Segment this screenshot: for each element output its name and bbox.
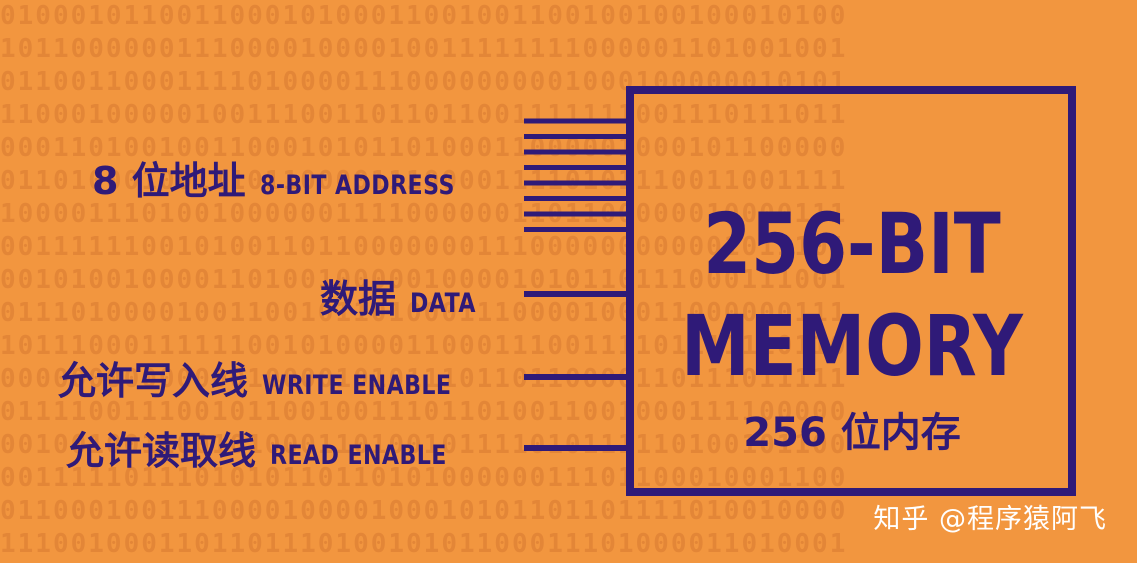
- memory-title-line1: 256-BIT: [703, 195, 1001, 293]
- memory-subtitle-zh: 256 位内存: [743, 410, 961, 456]
- address-label-zh: 8 位地址: [92, 159, 246, 203]
- data-label-zh: 数据: [320, 277, 397, 321]
- address-bus-wires: [524, 118, 630, 232]
- address-label-row: 8 位地址 8-BIT ADDRESS: [92, 150, 497, 205]
- address-label-en: 8-BIT ADDRESS: [259, 170, 455, 201]
- write-enable-label-row: 允许写入线 WRITE ENABLE: [58, 350, 493, 405]
- write-enable-label-en: WRITE ENABLE: [262, 370, 452, 401]
- read-enable-label-row: 允许读取线 READ ENABLE: [66, 420, 486, 475]
- read-enable-label-zh: 允许读取线: [66, 429, 257, 473]
- write-enable-label-zh: 允许写入线: [58, 359, 249, 403]
- read-enable-label-en: READ ENABLE: [270, 440, 447, 471]
- data-label-row: 数据 DATA: [320, 268, 490, 323]
- memory-title-line2: MEMORY: [681, 297, 1023, 395]
- zhihu-watermark: 知乎 @程序猿阿飞: [873, 504, 1107, 535]
- data-label-en: DATA: [410, 288, 476, 319]
